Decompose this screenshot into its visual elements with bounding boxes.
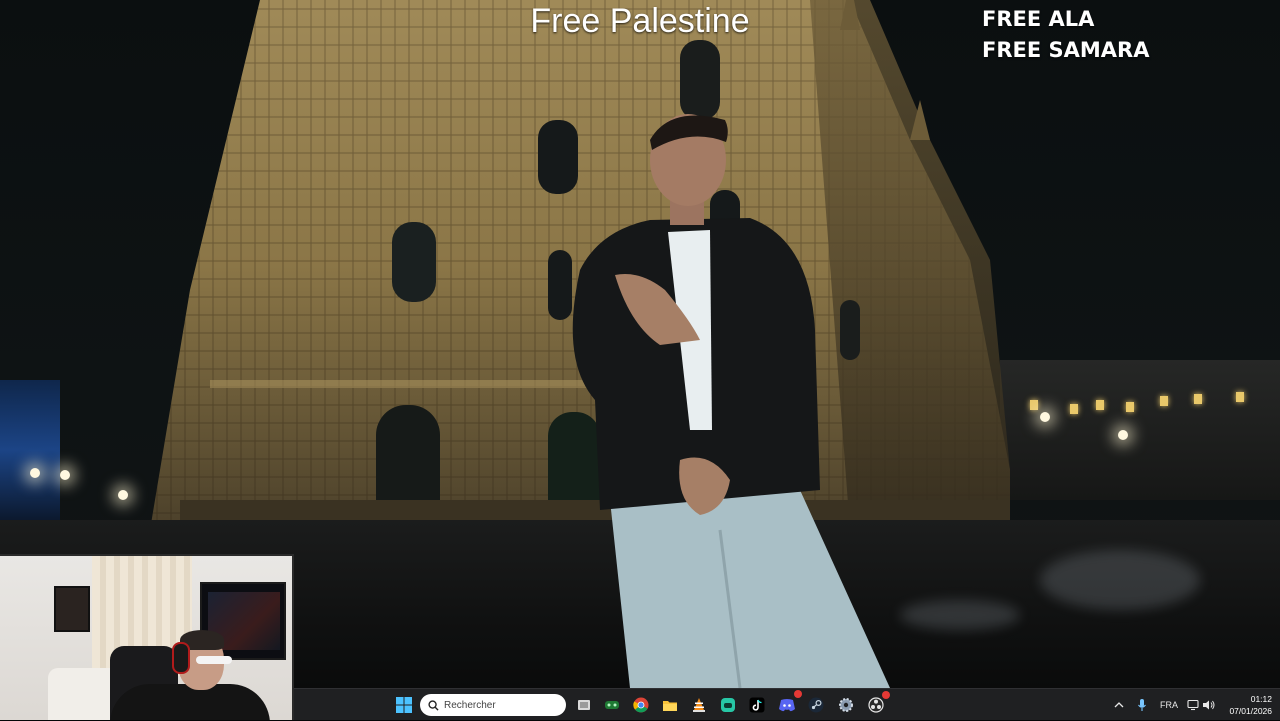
obs-record-icon <box>868 697 884 713</box>
volume-status[interactable] <box>1202 689 1216 721</box>
xbox-app-button[interactable] <box>600 693 624 717</box>
overlay-line-2: FREE SAMARA <box>982 38 1150 62</box>
wall-poster <box>54 586 90 632</box>
gear-icon <box>839 698 853 712</box>
side-building <box>1000 360 1280 500</box>
microphone-icon <box>1138 699 1146 711</box>
steam-icon <box>808 697 824 713</box>
clock-time: 01:12 <box>1250 694 1272 704</box>
system-clock[interactable]: 01:12 07/01/2026 <box>1222 693 1272 717</box>
performer <box>572 114 890 688</box>
language-indicator[interactable]: FRA <box>1160 689 1178 721</box>
discord-button[interactable] <box>775 690 802 717</box>
background-lights <box>0 380 60 520</box>
settings-button[interactable] <box>834 693 858 717</box>
gamebar-icon <box>721 698 735 712</box>
steam-button[interactable] <box>804 693 828 717</box>
street-lamp <box>60 470 70 480</box>
tiktok-button[interactable] <box>745 693 769 717</box>
street-lamp <box>118 490 128 500</box>
chrome-icon <box>633 697 649 713</box>
overlay-line-1: FREE ALA <box>982 7 1095 31</box>
tiktok-icon <box>749 697 765 713</box>
tray-overflow[interactable] <box>1114 689 1124 721</box>
chevron-up-icon <box>1114 702 1124 708</box>
speaker-icon <box>1203 700 1215 710</box>
search-input[interactable] <box>444 699 554 711</box>
recording-badge <box>882 691 890 699</box>
headphones <box>172 642 190 674</box>
obs-button[interactable] <box>864 691 890 717</box>
streamer-glasses <box>196 656 232 664</box>
discord-icon <box>779 699 795 712</box>
windows-logo-icon <box>396 697 412 713</box>
start-button[interactable] <box>392 693 416 717</box>
notification-badge <box>794 690 802 698</box>
search-icon <box>428 699 439 711</box>
webcam-overlay <box>0 554 294 720</box>
task-view-button[interactable] <box>572 693 596 717</box>
file-explorer-button[interactable] <box>658 693 682 717</box>
clock-date: 07/01/2026 <box>1229 706 1272 716</box>
xbox-game-bar-button[interactable] <box>716 693 740 717</box>
vlc-button[interactable] <box>687 693 711 717</box>
folder-icon <box>663 701 677 711</box>
display-network-icon <box>1187 699 1199 711</box>
vlc-cone-icon <box>693 698 705 712</box>
microphone-status[interactable] <box>1137 689 1147 721</box>
xbox-icon <box>605 701 619 709</box>
street-lamp <box>30 468 40 478</box>
windows-taskbar: FRA 01:12 07/01/2026 <box>294 688 1280 720</box>
network-status[interactable] <box>1187 689 1201 721</box>
taskbar-search[interactable] <box>420 694 566 716</box>
streamer-body <box>110 684 270 720</box>
overlay-message: FREE ALA FREE SAMARA <box>982 4 1149 66</box>
task-view-icon <box>578 700 590 710</box>
chrome-button[interactable] <box>629 693 653 717</box>
